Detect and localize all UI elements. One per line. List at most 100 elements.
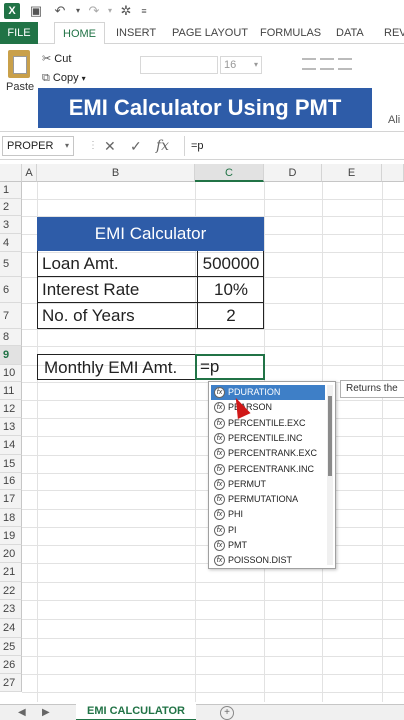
autocomplete-item[interactable]: fx PDURATION [211,385,325,400]
emi-row[interactable]: Monthly EMI Amt. =p [37,354,265,380]
undo-dropdown-icon[interactable]: ▾ [70,3,86,19]
row-header-7[interactable]: 7 [0,303,22,329]
row-header-26[interactable]: 26 [0,656,22,674]
tab-formulas[interactable]: FORMULAS [260,22,321,44]
table-header[interactable]: EMI Calculator [37,217,264,251]
function-icon: fx [214,478,225,490]
select-all-corner[interactable] [0,164,22,182]
row-label[interactable]: Loan Amt. [42,251,119,276]
emi-label[interactable]: Monthly EMI Amt. [44,355,177,380]
gridline [22,674,404,675]
save-icon[interactable]: ▣ [28,3,44,19]
row-header-15[interactable]: 15 [0,455,22,473]
row-header-6[interactable]: 6 [0,277,22,303]
column-header-b[interactable]: B [37,164,195,182]
tab-review[interactable]: REV [384,22,404,44]
row-header-27[interactable]: 27 [0,674,22,692]
function-icon: fx [214,555,225,567]
row-header-12[interactable]: 12 [0,400,22,418]
insert-function-icon[interactable]: fx [156,138,169,154]
row-header-4[interactable]: 4 [0,234,22,252]
autocomplete-item[interactable]: fx PMT [211,538,325,553]
row-header-3[interactable]: 3 [0,216,22,234]
row-header-8[interactable]: 8 [0,329,22,346]
autocomplete-item[interactable]: fx POISSON.DIST [211,553,325,568]
row-header-21[interactable]: 21 [0,563,22,582]
autocomplete-item[interactable]: fx PERCENTILE.INC [211,431,325,446]
sheet-tab-emi-calculator[interactable]: EMI CALCULATOR [76,704,196,720]
cancel-icon[interactable]: ✕ [104,138,116,155]
row-header-24[interactable]: 24 [0,619,22,638]
tab-insert[interactable]: INSERT [116,22,156,44]
autocomplete-item[interactable]: fx PERCENTILE.EXC [211,416,325,431]
sheet-prev-icon[interactable]: ◀ [18,705,26,720]
row-header-17[interactable]: 17 [0,490,22,509]
row-header-9[interactable]: 9 [0,346,22,365]
row-header-1[interactable]: 1 [0,182,22,199]
align-center-icon[interactable] [320,58,334,70]
font-size-value: 16 [224,59,237,71]
row-header-13[interactable]: 13 [0,418,22,436]
undo-icon[interactable]: ↶ [52,3,68,19]
active-cell-c9[interactable]: =p [195,354,265,380]
table-row[interactable]: Loan Amt. 500000 [37,251,264,277]
redo-dropdown-icon[interactable]: ▾ [102,3,118,19]
paste-icon[interactable] [8,50,30,78]
table-row[interactable]: No. of Years 2 [37,303,264,329]
worksheet-grid[interactable]: A B C D E 1 2 3 4 5 6 7 8 9 10 11 12 13 14 15 16 17 18 19 2… [0,164,404,704]
font-size-select[interactable]: 16 ▾ [220,56,262,74]
tab-page-layout[interactable]: PAGE LAYOUT [172,22,248,44]
autocomplete-item[interactable]: fx PHI [211,507,325,522]
column-header-e[interactable]: E [322,164,382,182]
column-header-a[interactable]: A [22,164,37,182]
font-name-select[interactable] [140,56,218,74]
row-header-20[interactable]: 20 [0,545,22,563]
enter-icon[interactable]: ✓ [130,138,142,155]
row-header-18[interactable]: 18 [0,509,22,527]
row-header-23[interactable]: 23 [0,600,22,619]
row-value[interactable]: 10% [197,277,264,302]
tab-home[interactable]: HOME [54,22,105,45]
customize-icon[interactable]: ✲ [118,3,134,19]
copy-button[interactable]: ⧉ Copy ▾ [42,72,86,85]
formula-input[interactable]: =p [184,136,404,156]
autocomplete-item[interactable]: fx PERMUT [211,477,325,492]
name-box[interactable]: PROPER ▾ [2,136,74,156]
row-value[interactable]: 2 [197,303,264,328]
table-row[interactable]: Interest Rate 10% [37,277,264,303]
column-header-f[interactable] [382,164,404,182]
customize-dropdown-icon[interactable]: ≡ [136,3,152,19]
row-header-5[interactable]: 5 [0,252,22,277]
autocomplete-item[interactable]: fx PERMUTATIONA [211,492,325,507]
tab-data[interactable]: DATA [336,22,364,44]
paste-button-label[interactable]: Paste [6,81,34,93]
column-header-d[interactable]: D [264,164,322,182]
row-header-22[interactable]: 22 [0,582,22,600]
row-header-16[interactable]: 16 [0,473,22,490]
align-left-icon[interactable] [302,58,316,70]
redo-icon[interactable]: ↷ [86,3,102,19]
autocomplete-item[interactable]: fx PEARSON [211,400,325,415]
add-sheet-icon[interactable]: + [220,706,234,720]
row-header-11[interactable]: 11 [0,382,22,400]
row-label[interactable]: No. of Years [42,303,135,328]
gridline [22,638,404,639]
row-header-25[interactable]: 25 [0,638,22,656]
tab-file[interactable]: FILE [0,22,38,44]
autocomplete-scroll-thumb[interactable] [328,396,332,476]
row-header-2[interactable]: 2 [0,199,22,216]
sheet-next-icon[interactable]: ▶ [42,705,50,720]
function-autocomplete-list[interactable]: fx PDURATION fx PEARSON fx PERCENTILE.EXC fx PE… [208,381,336,569]
autocomplete-item[interactable]: fx PI [211,523,325,538]
row-label[interactable]: Interest Rate [42,277,139,302]
row-header-19[interactable]: 19 [0,527,22,545]
autocomplete-item[interactable]: fx PERCENTRANK.INC [211,462,325,477]
row-header-14[interactable]: 14 [0,436,22,455]
row-value[interactable]: 500000 [197,251,264,276]
row-header-10[interactable]: 10 [0,365,22,382]
autocomplete-item-label: PERMUTATIONA [228,494,299,505]
cut-button[interactable]: ✂ Cut [42,52,71,65]
column-header-c[interactable]: C [195,164,264,182]
align-right-icon[interactable] [338,58,352,70]
autocomplete-item[interactable]: fx PERCENTRANK.EXC [211,446,325,461]
